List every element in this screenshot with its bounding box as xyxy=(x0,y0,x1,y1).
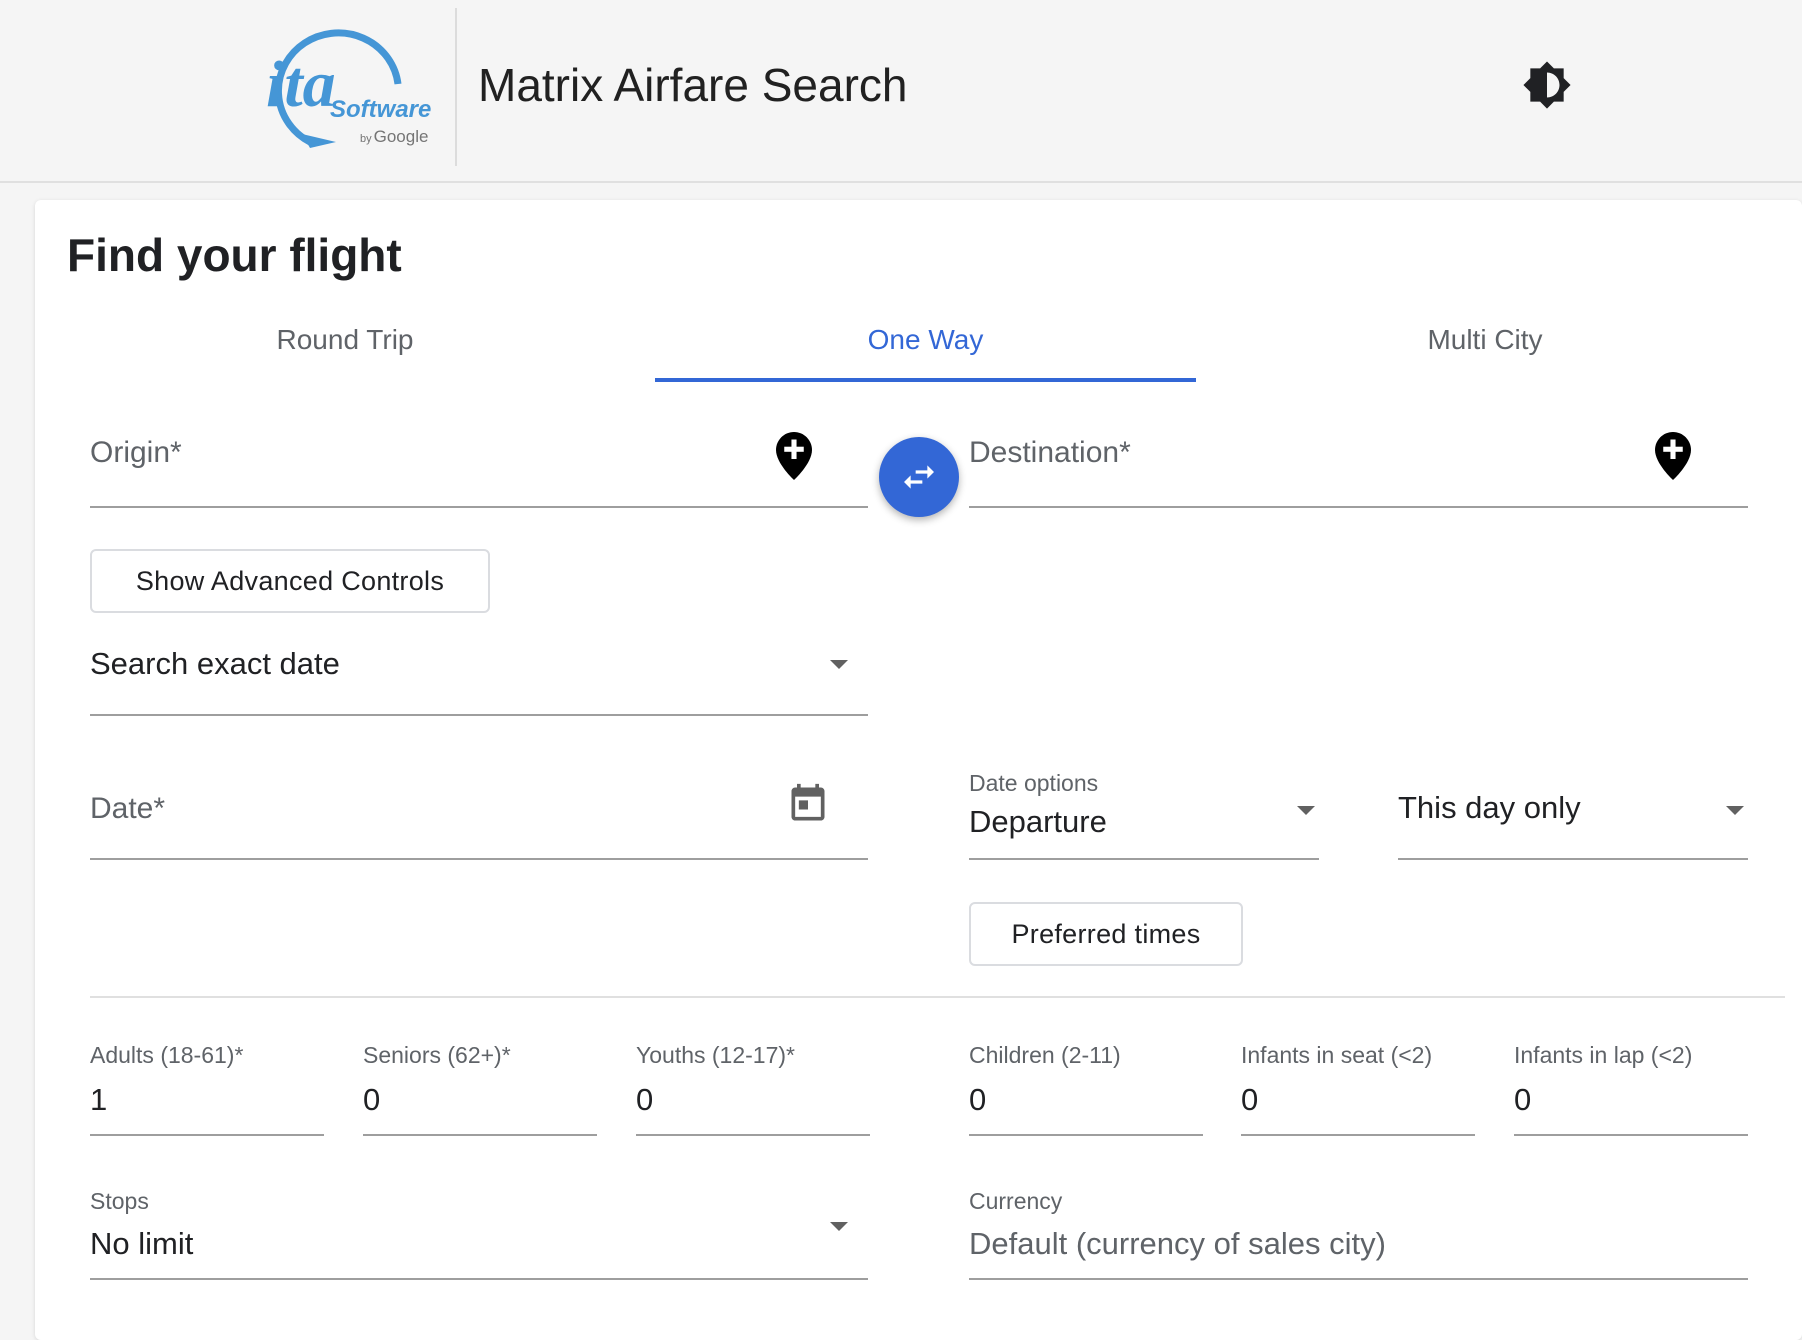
add-location-icon[interactable] xyxy=(1655,432,1691,480)
origin-placeholder: Origin* xyxy=(90,436,182,469)
brightness-icon[interactable] xyxy=(1522,60,1572,110)
infants-in-lap-label: Infants in lap (<2) xyxy=(1514,1042,1693,1068)
children-label: Children (2-11) xyxy=(969,1042,1121,1068)
swap-origin-destination-button[interactable] xyxy=(879,437,959,517)
seniors-value: 0 xyxy=(363,1082,381,1117)
infants-in-seat-value: 0 xyxy=(1241,1082,1259,1117)
youths-label: Youths (12-17)* xyxy=(636,1042,795,1068)
date-mode-value: Search exact date xyxy=(90,646,340,681)
adults-label: Adults (18-61)* xyxy=(90,1042,244,1068)
currency-placeholder: Default (currency of sales city) xyxy=(969,1226,1386,1261)
infants-in-lap-value: 0 xyxy=(1514,1082,1532,1117)
chevron-down-icon[interactable] xyxy=(1297,806,1315,815)
stops-value: No limit xyxy=(90,1226,194,1261)
tab-round-trip[interactable]: Round Trip xyxy=(95,296,595,384)
adults-value: 1 xyxy=(90,1082,108,1117)
infants-in-lap-input[interactable]: Infants in lap (<2) 0 xyxy=(1514,1020,1748,1136)
chevron-down-icon[interactable] xyxy=(830,660,848,669)
tab-one-way[interactable]: One Way xyxy=(655,296,1196,384)
chevron-down-icon[interactable] xyxy=(830,1222,848,1231)
children-input[interactable]: Children (2-11) 0 xyxy=(969,1020,1203,1136)
app-header: ita Software by Google Matrix Airfare Sea… xyxy=(0,0,1802,183)
stops-select[interactable]: Stops No limit xyxy=(90,1164,868,1280)
preferred-times-button[interactable]: Preferred times xyxy=(969,902,1243,966)
search-card: Find your flight Round Trip One Way Mult… xyxy=(35,200,1802,1340)
youths-input[interactable]: Youths (12-17)* 0 xyxy=(636,1020,870,1136)
app-title: Matrix Airfare Search xyxy=(478,59,908,111)
swap-horiz-icon xyxy=(904,465,934,489)
children-value: 0 xyxy=(969,1082,987,1117)
active-tab-indicator xyxy=(655,378,1196,382)
logo-by-google: by Google xyxy=(360,127,429,146)
section-divider xyxy=(90,996,1785,998)
date-field[interactable]: Date* xyxy=(90,770,868,860)
destination-placeholder: Destination* xyxy=(969,436,1131,469)
chevron-down-icon[interactable] xyxy=(1726,806,1744,815)
infants-in-seat-label: Infants in seat (<2) xyxy=(1241,1042,1433,1068)
calendar-icon[interactable] xyxy=(786,782,830,826)
show-advanced-controls-button[interactable]: Show Advanced Controls xyxy=(90,549,490,613)
add-location-icon[interactable] xyxy=(776,432,812,480)
date-options-select[interactable]: Date options Departure xyxy=(969,760,1319,860)
date-options-label: Date options xyxy=(969,770,1099,796)
logo-subtitle: Software xyxy=(330,96,432,123)
date-range-value: This day only xyxy=(1398,790,1581,825)
tab-multi-city[interactable]: Multi City xyxy=(1205,296,1765,384)
date-options-value: Departure xyxy=(969,804,1107,839)
page-title: Find your flight xyxy=(67,229,402,281)
destination-field[interactable]: Destination* xyxy=(969,420,1748,508)
adults-input[interactable]: Adults (18-61)* 1 xyxy=(90,1020,324,1136)
currency-label: Currency xyxy=(969,1188,1063,1214)
youths-value: 0 xyxy=(636,1082,654,1117)
currency-field[interactable]: Currency Default (currency of sales city… xyxy=(969,1164,1748,1280)
logo-text: ita xyxy=(266,48,336,121)
origin-field[interactable]: Origin* xyxy=(90,420,868,508)
date-placeholder: Date* xyxy=(90,792,166,825)
seniors-label: Seniors (62+)* xyxy=(363,1042,511,1068)
header-divider xyxy=(455,8,457,166)
date-range-select[interactable]: This day only xyxy=(1398,770,1748,860)
stops-label: Stops xyxy=(90,1188,149,1214)
infants-in-seat-input[interactable]: Infants in seat (<2) 0 xyxy=(1241,1020,1475,1136)
date-mode-select[interactable]: Search exact date xyxy=(90,632,868,716)
seniors-input[interactable]: Seniors (62+)* 0 xyxy=(363,1020,597,1136)
